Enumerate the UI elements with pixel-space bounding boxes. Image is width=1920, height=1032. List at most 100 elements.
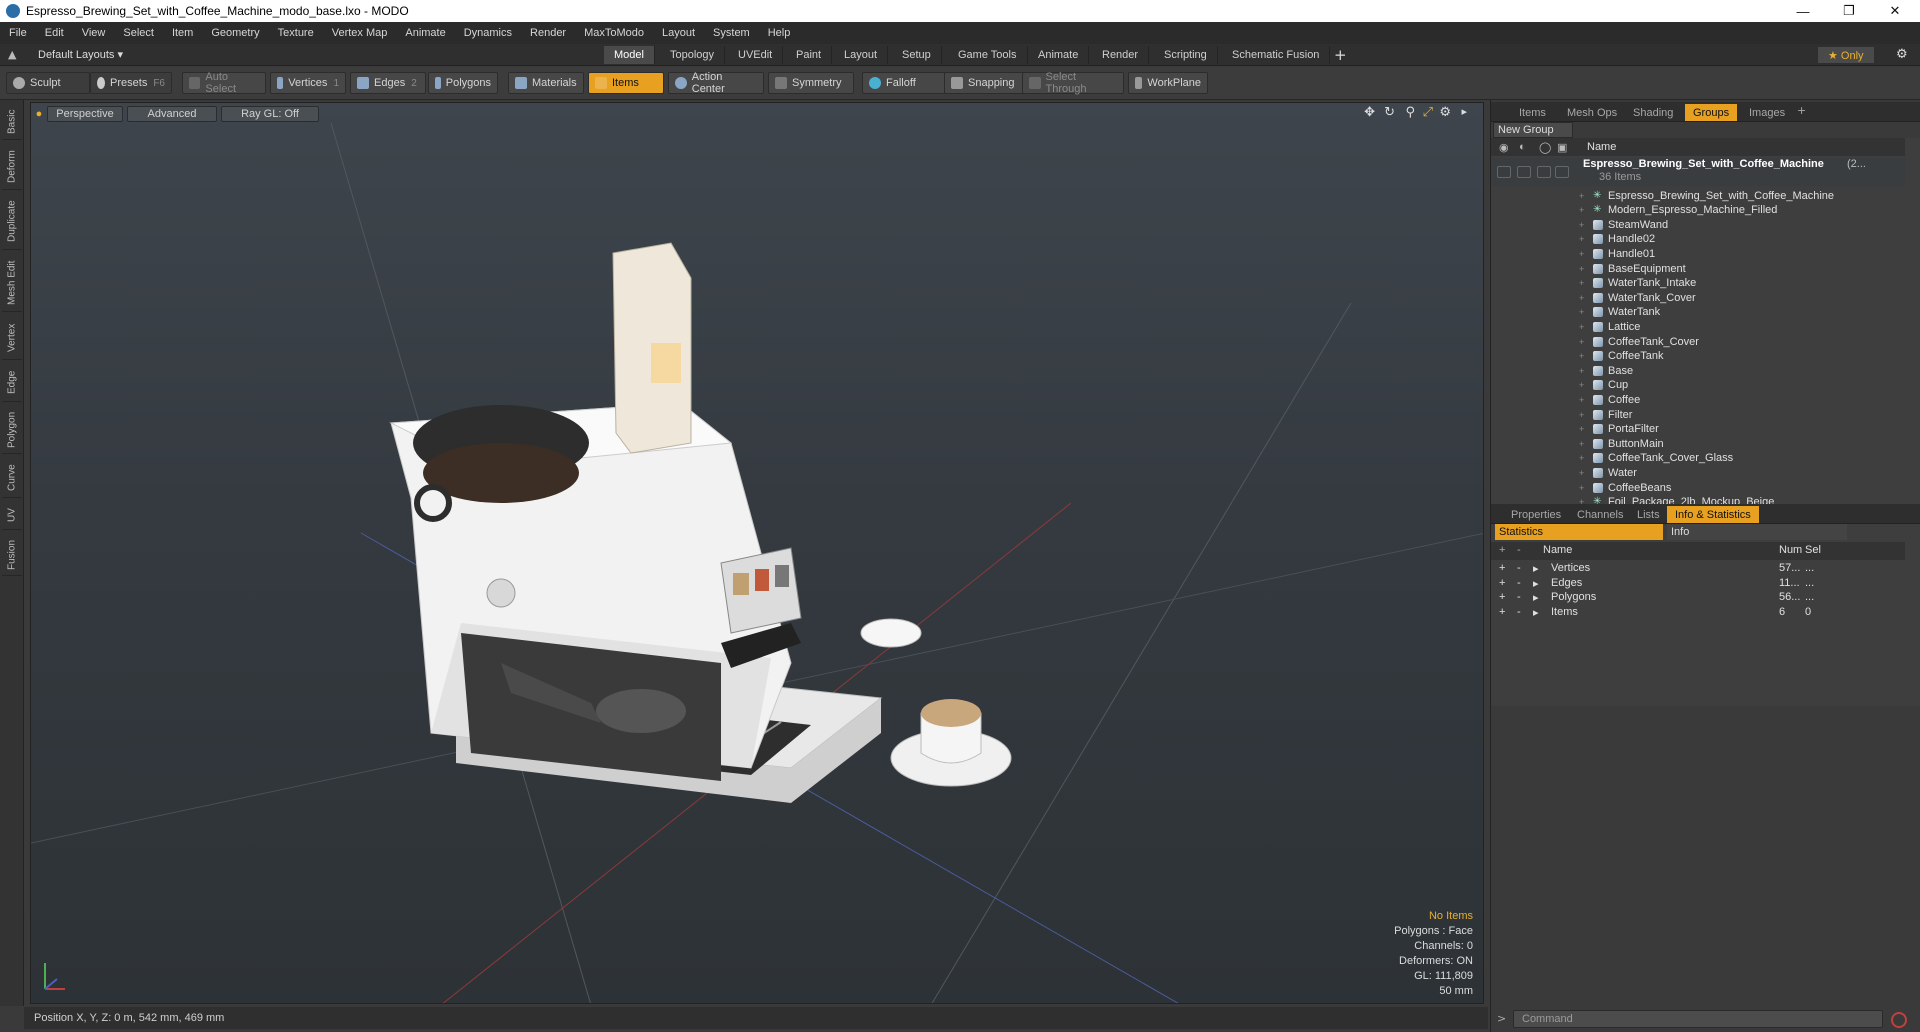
raygl-button[interactable]: Ray GL: Off: [221, 106, 319, 122]
add-tab-button[interactable]: +: [1334, 46, 1347, 64]
expand-icon[interactable]: +: [1579, 220, 1589, 230]
shading-mode-button[interactable]: Advanced: [127, 106, 217, 122]
expand-icon[interactable]: +: [1579, 424, 1589, 434]
expand-icon[interactable]: +: [1579, 234, 1589, 244]
render-toggle[interactable]: [1517, 166, 1531, 178]
collapse-row-icon[interactable]: -: [1517, 577, 1521, 589]
expand-icon[interactable]: +: [1579, 249, 1589, 259]
tab-shading[interactable]: Shading: [1625, 104, 1681, 121]
expand-row-icon[interactable]: +: [1499, 606, 1505, 618]
menu-file[interactable]: File: [0, 27, 36, 39]
menu-animate[interactable]: Animate: [396, 27, 454, 39]
layout-menu-icon[interactable]: ▲: [8, 48, 16, 61]
list-item[interactable]: + CoffeeBeans: [1491, 480, 1905, 495]
disclosure-icon[interactable]: ▸: [1533, 606, 1539, 619]
view-mode-button[interactable]: Perspective: [47, 106, 123, 122]
collapse-all-icon[interactable]: -: [1517, 544, 1521, 556]
tab-images[interactable]: Images: [1741, 104, 1793, 121]
gear-icon[interactable]: ⚙: [1896, 47, 1908, 62]
expand-row-icon[interactable]: +: [1499, 577, 1505, 589]
edges-button[interactable]: Edges 2: [350, 72, 426, 94]
materials-button[interactable]: Materials: [508, 72, 584, 94]
viewport-settings-icon[interactable]: ⚙: [1439, 105, 1451, 120]
expand-all-icon[interactable]: +: [1499, 544, 1505, 556]
tab-paint[interactable]: Paint: [786, 46, 833, 64]
list-item[interactable]: + WaterTank_Intake: [1491, 276, 1905, 291]
menu-edit[interactable]: Edit: [36, 27, 73, 39]
expand-icon[interactable]: +: [1579, 337, 1589, 347]
collapse-row-icon[interactable]: -: [1517, 606, 1521, 618]
list-item[interactable]: + WaterTank: [1491, 305, 1905, 320]
polygons-button[interactable]: Polygons: [428, 72, 498, 94]
only-toggle[interactable]: ★ Only: [1818, 47, 1874, 63]
tab-groups[interactable]: Groups: [1685, 104, 1738, 121]
new-group-button[interactable]: New Group: [1493, 122, 1573, 138]
tab-mesh-ops[interactable]: Mesh Ops: [1559, 104, 1625, 121]
expand-icon[interactable]: +: [1579, 366, 1589, 376]
command-input[interactable]: Command: [1513, 1010, 1883, 1028]
menu-help[interactable]: Help: [759, 27, 800, 39]
sculpt-button[interactable]: Sculpt: [6, 72, 90, 94]
workplane-button[interactable]: WorkPlane: [1128, 72, 1208, 94]
list-item[interactable]: + Cup: [1491, 378, 1905, 393]
tab-schematic-fusion[interactable]: Schematic Fusion: [1222, 46, 1331, 64]
expand-icon[interactable]: +: [1579, 307, 1589, 317]
expand-icon[interactable]: +: [1579, 264, 1589, 274]
tab-animate[interactable]: Animate: [1028, 46, 1090, 64]
disclosure-icon[interactable]: ▸: [1533, 591, 1539, 604]
eye-icon[interactable]: ◉: [1499, 141, 1509, 154]
visibility-toggle[interactable]: [1497, 166, 1511, 178]
menu-dynamics[interactable]: Dynamics: [455, 27, 521, 39]
falloff-button[interactable]: Falloff: [862, 72, 946, 94]
presets-button[interactable]: Presets F6: [90, 72, 172, 94]
vtab-basic[interactable]: Basic: [2, 104, 22, 140]
tab-model[interactable]: Model: [604, 46, 655, 64]
list-item[interactable]: + Handle02: [1491, 232, 1905, 247]
tab-game-tools[interactable]: Game Tools: [948, 46, 1028, 64]
vtab-curve[interactable]: Curve: [2, 458, 22, 498]
list-item[interactable]: + Handle01: [1491, 246, 1905, 261]
expand-icon[interactable]: +: [1579, 322, 1589, 332]
expand-icon[interactable]: +: [1579, 351, 1589, 361]
list-item[interactable]: + Base: [1491, 363, 1905, 378]
3d-viewport[interactable]: ● Perspective Advanced Ray GL: Off ✥ ↻ ⚲…: [30, 102, 1484, 1004]
list-item[interactable]: + Coffee: [1491, 392, 1905, 407]
menu-layout[interactable]: Layout: [653, 27, 704, 39]
tab-render[interactable]: Render: [1092, 46, 1150, 64]
expand-icon[interactable]: +: [1579, 483, 1589, 493]
minimize-button[interactable]: —: [1780, 0, 1826, 22]
list-item[interactable]: + Water: [1491, 465, 1905, 480]
vtab-uv[interactable]: UV: [2, 502, 22, 530]
tab-items[interactable]: Items: [1511, 104, 1554, 121]
expand-icon[interactable]: +: [1579, 205, 1589, 215]
maximize-button[interactable]: ❐: [1826, 0, 1872, 22]
viewport-expand-icon[interactable]: ▸: [1461, 105, 1467, 118]
layout-dropdown[interactable]: Default Layouts ▾: [38, 48, 123, 61]
expand-icon[interactable]: +: [1579, 278, 1589, 288]
vtab-mesh-edit[interactable]: Mesh Edit: [2, 254, 22, 312]
menu-item[interactable]: Item: [163, 27, 202, 39]
list-item[interactable]: + BaseEquipment: [1491, 261, 1905, 276]
menu-render[interactable]: Render: [521, 27, 575, 39]
expand-icon[interactable]: +: [1579, 453, 1589, 463]
tab-layout[interactable]: Layout: [834, 46, 889, 64]
auto-select-button[interactable]: Auto Select: [182, 71, 266, 95]
list-item[interactable]: + CoffeeTank_Cover: [1491, 334, 1905, 349]
vtab-duplicate[interactable]: Duplicate: [2, 194, 22, 250]
tab-scripting[interactable]: Scripting: [1154, 46, 1218, 64]
tab-uvedit[interactable]: UVEdit: [728, 46, 784, 64]
tab-lists[interactable]: Lists: [1629, 506, 1668, 523]
disclosure-icon[interactable]: ▸: [1533, 577, 1539, 590]
menu-view[interactable]: View: [73, 27, 115, 39]
snapping-button[interactable]: Snapping: [944, 72, 1026, 94]
fit-icon[interactable]: ⤢: [1423, 105, 1433, 120]
menu-system[interactable]: System: [704, 27, 759, 39]
vtab-deform[interactable]: Deform: [2, 144, 22, 190]
collapse-row-icon[interactable]: -: [1517, 591, 1521, 603]
expand-row-icon[interactable]: +: [1499, 562, 1505, 574]
table-row[interactable]: + - ▸ Items 6 0: [1491, 604, 1905, 622]
add-panel-tab[interactable]: +: [1797, 104, 1806, 117]
expand-icon[interactable]: +: [1579, 191, 1589, 201]
menu-vertex-map[interactable]: Vertex Map: [323, 27, 397, 39]
menu-maxtomodo[interactable]: MaxToModo: [575, 27, 653, 39]
